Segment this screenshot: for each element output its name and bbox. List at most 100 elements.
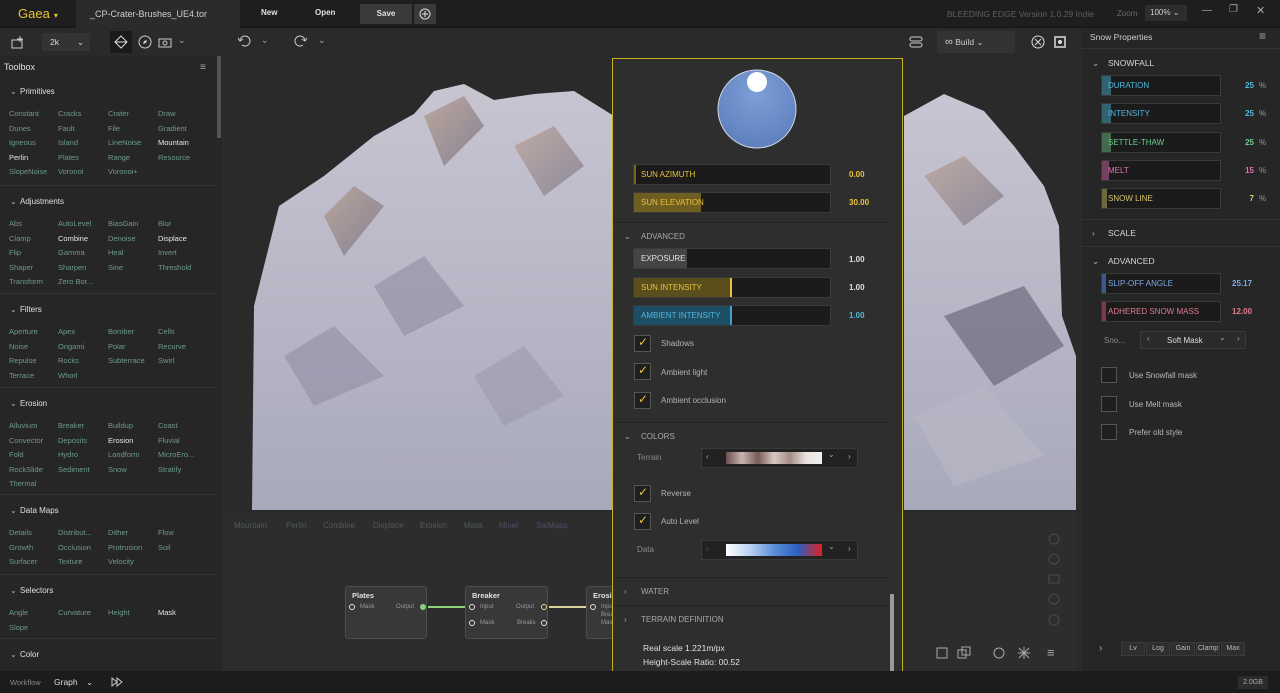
curve-tab[interactable]: Clamp [1196,642,1220,656]
toolbox-node[interactable]: Fluvial [158,436,180,445]
compass-icon[interactable] [137,34,153,50]
toolbox-node[interactable]: SlopeNoise [9,167,47,176]
output-port[interactable] [541,604,547,610]
toolbox-node[interactable]: BiasGain [108,219,138,228]
toolbox-node[interactable]: Shaper [9,263,33,272]
input-port[interactable] [469,620,475,626]
use-snowfall-mask-checkbox[interactable] [1101,367,1117,383]
toolbox-node[interactable]: LineNoise [108,138,141,147]
toolbox-node[interactable]: Angle [9,608,28,617]
build-button[interactable]: ∞ Build ⌄ [937,31,1015,53]
section-advanced[interactable]: ⌄ ADVANCED [624,232,685,241]
toolbox-node[interactable]: Abs [9,219,22,228]
snow-slider[interactable]: SETTLE-THAW [1101,131,1221,153]
toolbox-node[interactable]: Occlusion [58,543,91,552]
snow-slider[interactable]: SNOW LINE [1101,188,1221,210]
graph-tab[interactable]: Mask [464,521,483,530]
toolbox-node[interactable]: Gamma [58,248,85,257]
slider-value[interactable]: 25.17 [1232,279,1252,288]
slider-value[interactable]: 0.00 [849,170,865,179]
toolbox-node[interactable]: Resource [158,153,190,162]
slider-value[interactable]: 30.00 [849,198,869,207]
chevron-left-icon[interactable]: ‹ [706,544,709,553]
toolbox-node[interactable]: Velocity [108,557,134,566]
toolbox-node[interactable]: Dither [108,528,128,537]
graph-tab[interactable]: SatMaps [536,521,568,530]
zoom-select[interactable]: 100% ⌄ [1145,5,1187,21]
toolbox-node[interactable]: Snow [108,465,127,474]
toolbox-scrollbar[interactable] [217,56,221,138]
input-port[interactable] [469,604,475,610]
adhered-snow-mass-slider[interactable]: ADHERED SNOW MASS [1101,301,1221,322]
toolbox-node[interactable]: Landform [108,450,140,459]
toolbox-category[interactable]: ⌄ Color [10,650,39,659]
auto-level-checkbox[interactable]: ✓ [634,513,651,530]
toolbox-category[interactable]: ⌄ Filters [10,305,42,314]
toolbox-node[interactable]: Texture [58,557,83,566]
add-layer-icon[interactable] [10,34,26,50]
toolbox-node[interactable]: Aperture [9,327,38,336]
graph-tab[interactable]: Mixer [499,521,519,530]
ambient-light-checkbox[interactable]: ✓ [634,363,651,380]
toolbox-category[interactable]: ⌄ Adjustments [10,197,64,206]
curve-tab[interactable]: Log [1146,642,1170,656]
toolbox-node[interactable]: Details [9,528,32,537]
toolbox-node[interactable]: Voronoi [58,167,83,176]
input-port[interactable] [590,604,596,610]
slip-off-angle-slider[interactable]: SLIP-OFF ANGLE [1101,273,1221,294]
toolbox-node[interactable]: Surfacer [9,557,37,566]
toolbox-node[interactable]: Heal [108,248,123,257]
copy-icon[interactable] [956,645,972,661]
restore-icon[interactable]: ❐ [1229,4,1238,15]
toolbox-node[interactable]: Sine [108,263,123,272]
toolbox-node[interactable]: Invert [158,248,177,257]
toolbox-category[interactable]: ⌄ Data Maps [10,506,59,515]
workflow-select[interactable]: Graph ⌄ [54,677,93,688]
chevron-down-icon[interactable]: ⌄ [261,35,269,46]
redo-icon[interactable] [293,33,309,49]
toolbox-node[interactable]: Igneous [9,138,36,147]
toolbox-node[interactable]: Clamp [9,234,31,243]
toolbox-node[interactable]: Bomber [108,327,134,336]
input-port[interactable] [349,604,355,610]
minimize-icon[interactable]: — [1202,5,1212,16]
chevron-down-icon[interactable]: ⌄ [828,542,835,551]
toolbox-node[interactable]: Displace [158,234,187,243]
toolbox-node[interactable]: Hydro [58,450,78,459]
slider-value[interactable]: 25 [1245,109,1254,118]
toolbox-node[interactable]: AutoLevel [58,219,91,228]
graph-tab[interactable]: Combine [323,521,355,530]
sun-azimuth-slider[interactable]: SUN AZIMUTH [633,164,831,185]
file-tab[interactable]: _CP-Crater-Brushes_UE4.tor [76,0,240,28]
toolbox-node[interactable]: Height [108,608,130,617]
reverse-checkbox[interactable]: ✓ [634,485,651,502]
graph-tab[interactable]: Mountain [234,521,267,530]
toolbox-node[interactable]: Repulse [9,356,37,365]
toolbox-node[interactable]: Threshold [158,263,191,272]
slider-value[interactable]: 1.00 [849,311,865,320]
section-water[interactable]: › WATER [624,587,669,596]
settings-icon[interactable] [1052,34,1068,50]
toolbox-node[interactable]: Breaker [58,421,84,430]
toolbox-category[interactable]: ⌄ Primitives [10,87,55,96]
soft-mask-select[interactable]: ‹ Soft Mask ⌄ › [1140,331,1246,349]
new-button[interactable]: New [261,8,277,17]
toolbox-node[interactable]: Mountain [158,138,189,147]
toolbox-node[interactable]: Sharpen [58,263,86,272]
toolbox-node[interactable]: Crater [108,109,129,118]
popup-scrollbar[interactable] [890,594,894,678]
frame-icon[interactable] [934,645,950,661]
toolbox-node[interactable]: Soil [158,543,171,552]
section-scale[interactable]: › SCALE [1092,228,1136,238]
chevron-right-icon[interactable]: › [1099,643,1102,654]
toolbox-node[interactable]: Protrusion [108,543,142,552]
curve-tab[interactable]: Lv [1121,642,1145,656]
toolbox-node[interactable]: Stratify [158,465,181,474]
toolbox-node[interactable]: Fault [58,124,75,133]
play-forward-icon[interactable] [110,676,124,688]
toolbox-node[interactable]: Dunes [9,124,31,133]
refresh-icon[interactable] [991,645,1007,661]
toolbox-node[interactable]: RockSlide [9,465,43,474]
menu-icon[interactable]: ≡ [200,62,206,73]
toolbox-node[interactable]: Fold [9,450,24,459]
